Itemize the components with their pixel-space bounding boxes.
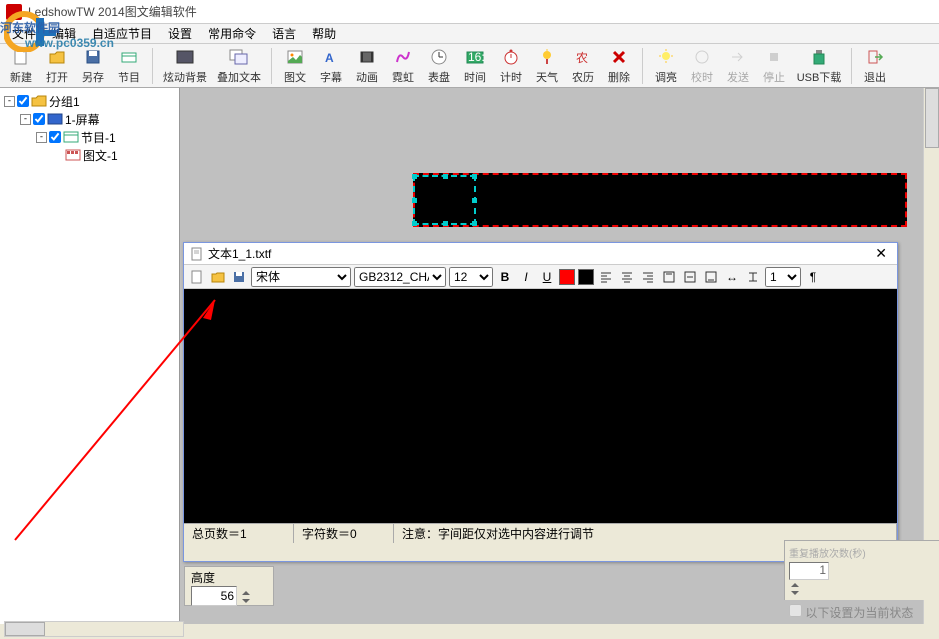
led-region[interactable] [413,173,907,227]
toolbar-subtitle[interactable]: A字幕 [314,47,348,85]
toolbar-lunar[interactable]: 农农历 [566,47,600,85]
italic-button[interactable]: I [517,268,535,286]
svg-text:↔: ↔ [726,270,738,284]
play-hint: 重复播放次数(秒) [789,545,935,560]
tree-panel: - 分组1 - 1-屏幕 - 节目-1 图文-1 [0,88,180,624]
textwin-open-button[interactable] [209,268,227,286]
tree-imgtext-label: 图文-1 [83,147,118,164]
tree-hscroll[interactable] [4,621,184,637]
tree-group[interactable]: - 分组1 [4,92,175,110]
textwin-title: 文本1_1.txtf [208,245,271,262]
toolbar-usb[interactable]: USB下载 [793,47,845,85]
toolbar-bright[interactable]: 调亮 [649,47,683,85]
toolbar-weather[interactable]: 天气 [530,47,564,85]
valign-top-button[interactable] [660,268,678,286]
valign-bottom-button[interactable] [702,268,720,286]
toolbar-correct: 校时 [685,47,719,85]
toolbar-stop: 停止 [757,47,791,85]
textwin-new-button[interactable] [188,268,206,286]
height-panel: 高度 56 [184,566,274,606]
forecolor-swatch[interactable] [559,269,575,285]
toolbar-time[interactable]: 16:18时间 [458,47,492,85]
height-stepper[interactable] [240,587,252,607]
folder-icon [31,94,47,108]
screen-icon [47,112,63,126]
svg-text:16:18: 16:18 [468,50,485,64]
fontsize-select[interactable]: 12 [449,267,493,287]
underline-button[interactable]: U [538,268,556,286]
right-panel: 重复播放次数(秒) 1 以下设置为当前状态 [784,540,939,600]
tree-imgtext[interactable]: 图文-1 [4,146,175,164]
tree-screen[interactable]: - 1-屏幕 [4,110,175,128]
charset-select[interactable]: GB2312_CHAR [354,267,446,287]
main-toolbar: 新建 打开 另存 节目 炫动背景 叠加文本 图文 A字幕 动画 霓虹 表盘 16… [0,44,939,88]
spacing-select[interactable]: 1 [765,267,801,287]
play-count-stepper[interactable] [789,580,935,598]
play-count-input[interactable]: 1 [789,562,829,580]
textwin-close-button[interactable]: ✕ [871,245,891,262]
svg-text:农: 农 [576,51,588,65]
valign-middle-button[interactable] [681,268,699,286]
tree-group-label: 分组1 [49,93,80,110]
toolbar-new[interactable]: 新建 [4,47,38,85]
toolbar-delete[interactable]: 删除 [602,47,636,85]
toolbar-dial[interactable]: 表盘 [422,47,456,85]
watermark-logo [4,6,60,52]
status-chars: 字符数＝0 [294,524,394,543]
align-center-button[interactable] [618,268,636,286]
textwin-toolbar: 宋体 GB2312_CHAR 12 B I U ↔ 1 ¶ [184,265,897,289]
toolbar-exit[interactable]: 退出 [858,47,892,85]
tree-screen-check[interactable] [33,113,45,125]
align-left-button[interactable] [597,268,615,286]
status-pages: 总页数＝1 [184,524,294,543]
toolbar-open[interactable]: 打开 [40,47,74,85]
tree-program[interactable]: - 节目-1 [4,128,175,146]
expand-icon[interactable]: - [20,114,31,125]
menu-common[interactable]: 常用命令 [200,23,264,44]
bold-button[interactable]: B [496,268,514,286]
textfile-icon [190,247,204,261]
toolbar-bg[interactable]: 炫动背景 [159,47,211,85]
linespacing-button[interactable] [744,268,762,286]
toolbar-program[interactable]: 节目 [112,47,146,85]
toolbar-neon[interactable]: 霓虹 [386,47,420,85]
toolbar-save[interactable]: 另存 [76,47,110,85]
tree-program-label: 节目-1 [81,129,116,146]
textwin-titlebar[interactable]: 文本1_1.txtf ✕ [184,243,897,265]
imgtext-icon [65,148,81,162]
text-editor-window: 文本1_1.txtf ✕ 宋体 GB2312_CHAR 12 B I U ↔ 1… [183,242,898,562]
menubar: 文件 编辑 自适应节目 设置 常用命令 语言 帮助 [0,24,939,44]
svg-text:A: A [325,51,334,65]
backcolor-swatch[interactable] [578,269,594,285]
toolbar-anim[interactable]: 动画 [350,47,384,85]
pilcrow-button[interactable]: ¶ [804,268,822,286]
selection-box[interactable] [413,175,476,225]
toolbar-send: 发送 [721,47,755,85]
height-label: 高度 [191,569,267,586]
expand-icon[interactable]: - [4,96,15,107]
toolbar-imgtext[interactable]: 图文 [278,47,312,85]
expand-icon[interactable]: - [36,132,47,143]
tree-screen-label: 1-屏幕 [65,111,100,128]
window-titlebar: LedshowTW 2014图文编辑软件 [0,0,939,24]
menu-language[interactable]: 语言 [264,23,304,44]
toolbar-timer[interactable]: 计时 [494,47,528,85]
font-select[interactable]: 宋体 [251,267,351,287]
default-state-label: 以下设置为当前状态 [805,606,913,620]
text-editor-area[interactable] [184,289,897,523]
program-icon [63,130,79,144]
charspacing-button[interactable]: ↔ [723,268,741,286]
textwin-save-button[interactable] [230,268,248,286]
height-input[interactable]: 56 [191,586,237,606]
tree-program-check[interactable] [49,131,61,143]
default-state-check [789,604,802,617]
menu-adaptive[interactable]: 自适应节目 [84,23,160,44]
align-right-button[interactable] [639,268,657,286]
tree-group-check[interactable] [17,95,29,107]
menu-settings[interactable]: 设置 [160,23,200,44]
toolbar-overlay[interactable]: 叠加文本 [213,47,265,85]
menu-help[interactable]: 帮助 [304,23,344,44]
